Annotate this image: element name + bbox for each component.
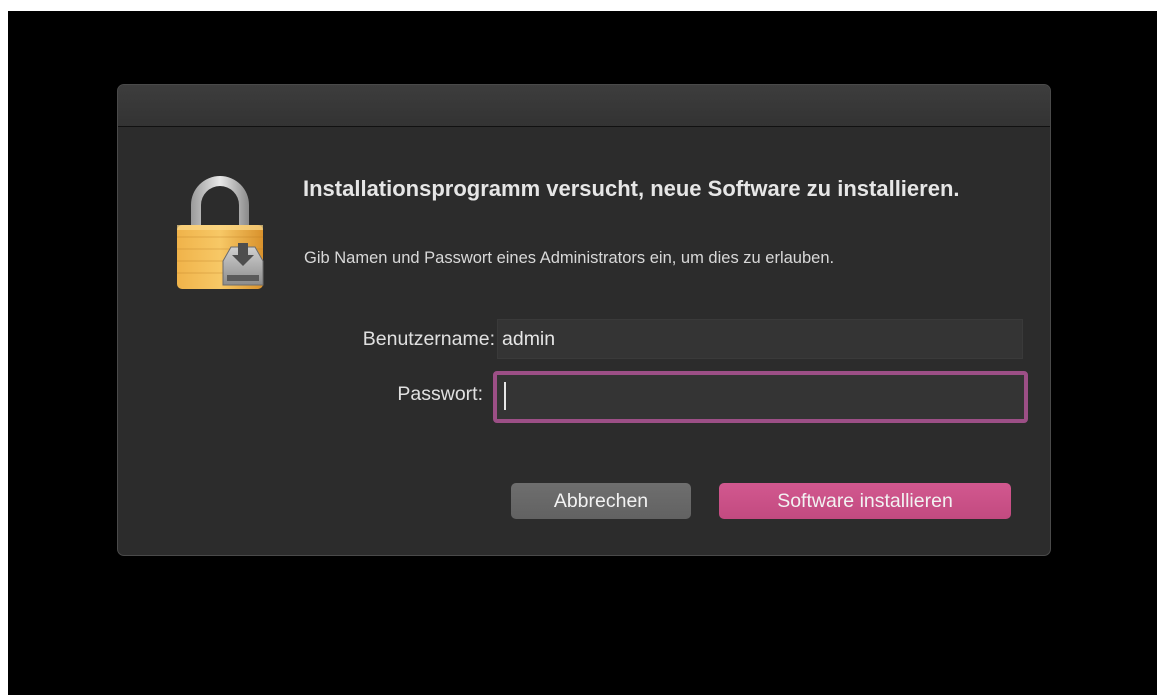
install-software-button[interactable]: Software installieren	[719, 483, 1011, 519]
screen-background: Installationsprogramm versucht, neue Sof…	[8, 11, 1157, 695]
cancel-button[interactable]: Abbrechen	[511, 483, 691, 519]
username-field[interactable]	[497, 319, 1023, 359]
text-cursor	[504, 382, 506, 410]
username-label: Benutzername:	[362, 328, 495, 350]
dialog-title: Installationsprogramm versucht, neue Sof…	[303, 176, 960, 201]
dialog-titlebar	[118, 85, 1050, 127]
lock-installer-icon	[177, 176, 264, 289]
password-field[interactable]	[493, 371, 1028, 423]
password-label: Passwort:	[397, 383, 483, 405]
dialog-message: Gib Namen und Passwort eines Administrat…	[304, 249, 835, 267]
authentication-dialog: Installationsprogramm versucht, neue Sof…	[117, 84, 1051, 556]
